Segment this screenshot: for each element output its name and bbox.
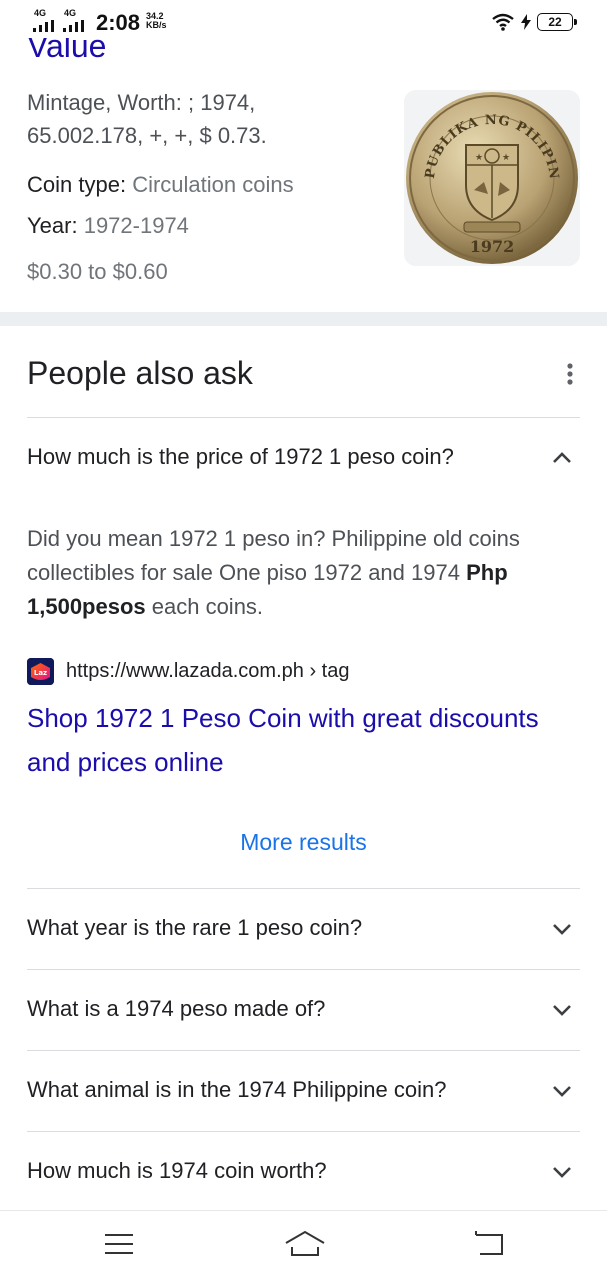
system-nav-bar bbox=[0, 1210, 607, 1281]
more-options-icon[interactable] bbox=[562, 362, 578, 388]
network-type-1: 4G bbox=[34, 8, 47, 18]
source-row[interactable]: Laz https://www.lazada.com.ph › tag bbox=[27, 658, 349, 685]
chevron-down-icon bbox=[553, 1005, 571, 1016]
clock: 2:08 bbox=[96, 10, 141, 35]
more-results-button[interactable]: More results bbox=[0, 829, 607, 856]
coin-image[interactable]: REPUBLIKA NG PILIPINAS ★ ★ 1972 bbox=[404, 90, 580, 266]
chevron-down-icon bbox=[553, 924, 571, 935]
lazada-favicon-icon: Laz bbox=[27, 658, 54, 685]
answer-text: Did you mean 1972 1 peso in? Philippine … bbox=[27, 522, 567, 624]
year-label: Year: bbox=[27, 213, 78, 238]
question-text: What animal is in the 1974 Philippine co… bbox=[27, 1077, 447, 1102]
year-value: 1972-1974 bbox=[83, 213, 189, 238]
source-url: https://www.lazada.com.ph › tag bbox=[66, 660, 350, 682]
result-link[interactable]: Shop 1972 1 Peso Coin with great discoun… bbox=[27, 696, 572, 784]
question-item[interactable]: How much is 1974 coin worth? bbox=[27, 1132, 580, 1212]
back-icon[interactable] bbox=[472, 1229, 506, 1259]
coin-year-text: 1972 bbox=[470, 237, 515, 256]
svg-text:★: ★ bbox=[475, 153, 483, 163]
svg-text:★: ★ bbox=[502, 153, 510, 163]
signal-icon bbox=[63, 20, 84, 32]
price-range: $0.30 to $0.60 bbox=[27, 259, 168, 284]
chevron-down-icon bbox=[553, 1086, 571, 1097]
coin-type-label: Coin type: bbox=[27, 172, 127, 197]
network-type-2: 4G bbox=[64, 8, 77, 18]
speed-unit: KB/s bbox=[146, 20, 167, 30]
question-text: How much is 1974 coin worth? bbox=[27, 1158, 327, 1183]
section-separator bbox=[0, 312, 607, 326]
peso-coin-image: REPUBLIKA NG PILIPINAS ★ ★ 1972 bbox=[404, 90, 578, 264]
charging-icon bbox=[521, 14, 531, 30]
chevron-up-icon bbox=[553, 452, 571, 463]
menu-icon[interactable] bbox=[102, 1229, 136, 1259]
coin-type-row: Coin type: Circulation coins bbox=[27, 172, 294, 198]
coin-type-value: Circulation coins bbox=[132, 172, 294, 197]
question-item[interactable]: What year is the rare 1 peso coin? bbox=[27, 889, 580, 969]
favicon-text: Laz bbox=[34, 669, 47, 677]
question-item[interactable]: What is a 1974 peso made of? bbox=[27, 970, 580, 1050]
chevron-down-icon bbox=[553, 1167, 571, 1178]
value-snippet: Mintage, Worth: ; 1974, 65.002.178, +, +… bbox=[27, 90, 267, 148]
answer-part: Did you mean 1972 1 peso in? Philippine … bbox=[27, 526, 520, 585]
battery-icon: 22 bbox=[537, 13, 577, 31]
answer-part: each coins. bbox=[145, 594, 264, 619]
year-row: Year: 1972-1974 bbox=[27, 213, 189, 239]
network-speed: 34.2 KB/s bbox=[146, 12, 167, 30]
question-text: How much is the price of 1972 1 peso coi… bbox=[27, 444, 454, 469]
question-text: What year is the rare 1 peso coin? bbox=[27, 915, 363, 940]
question-text: What is a 1974 peso made of? bbox=[27, 996, 326, 1021]
wifi-icon bbox=[492, 13, 514, 31]
people-also-ask-title: People also ask bbox=[27, 355, 253, 391]
question-expanded[interactable]: How much is the price of 1972 1 peso coi… bbox=[27, 418, 580, 498]
question-item[interactable]: What animal is in the 1974 Philippine co… bbox=[27, 1051, 580, 1131]
home-icon[interactable] bbox=[284, 1229, 326, 1259]
signal-icon bbox=[33, 20, 54, 32]
